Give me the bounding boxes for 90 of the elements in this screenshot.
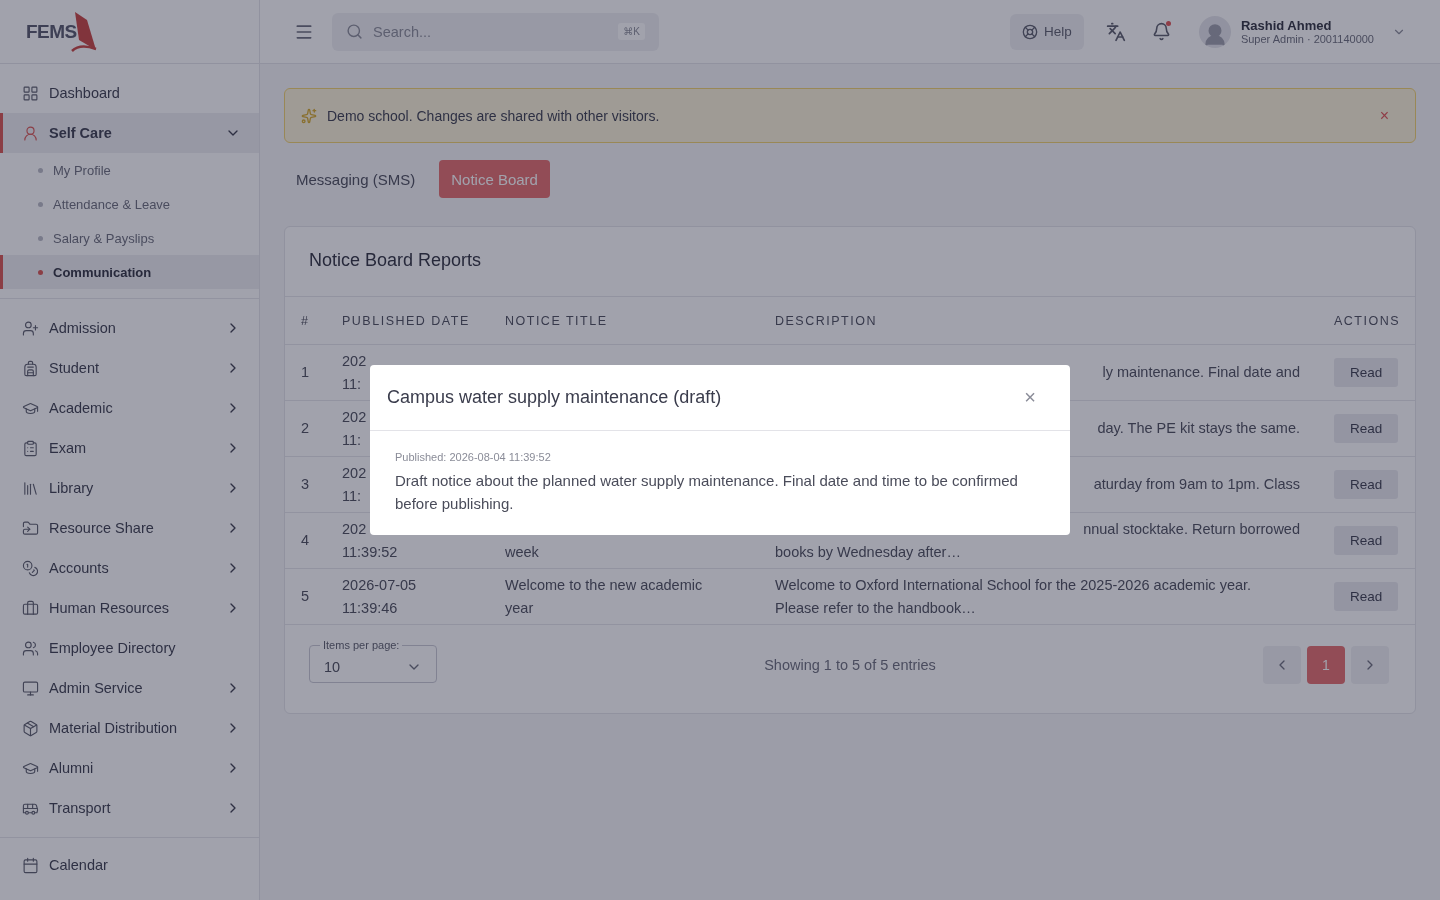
books-icon bbox=[22, 479, 39, 497]
date-text: 11: bbox=[342, 430, 362, 450]
date-text: 202 bbox=[342, 519, 367, 539]
sidebar-item[interactable]: Student bbox=[0, 348, 259, 388]
sidebar-item[interactable]: Self Care bbox=[0, 113, 259, 153]
card-title: Notice Board Reports bbox=[285, 227, 1415, 297]
sidebar-item[interactable]: Accounts bbox=[0, 548, 259, 588]
date-text: 202 bbox=[342, 407, 367, 427]
calendar-icon bbox=[22, 856, 39, 874]
sidebar-item[interactable]: Dashboard bbox=[0, 73, 259, 113]
sidebar-item[interactable]: Admin Service bbox=[0, 668, 259, 708]
sidebar-item[interactable]: Human Resources bbox=[0, 588, 259, 628]
briefcase-icon bbox=[22, 599, 39, 617]
sidebar-item[interactable]: Exam bbox=[0, 428, 259, 468]
user-name: Rashid Ahmed bbox=[1240, 18, 1333, 33]
table-cell: 1 bbox=[285, 344, 326, 401]
read-button[interactable]: Read bbox=[1334, 414, 1399, 443]
help-button[interactable]: Help bbox=[1010, 13, 1084, 50]
description-text: books by Wednesday after… bbox=[775, 542, 961, 562]
date-text: 11:39:46 bbox=[342, 598, 398, 618]
box-icon bbox=[22, 719, 39, 737]
notice-body: Draft notice about the planned water supply maintenance. Final date and time to be confirmed before publishing. bbox=[395, 471, 1019, 514]
submenu-item[interactable]: My Profile bbox=[0, 153, 259, 187]
backpack-icon bbox=[22, 359, 39, 377]
date-text: 11: bbox=[342, 486, 362, 506]
page-button[interactable]: 1 bbox=[1307, 646, 1345, 684]
dialog-title: Campus water supply maintenance (draft) bbox=[387, 387, 722, 408]
user-plus-icon bbox=[22, 319, 39, 337]
close-button[interactable]: × bbox=[1024, 386, 1036, 409]
column-header: NOTICE TITLE bbox=[489, 297, 759, 345]
items-per-page-select[interactable]: Items per page: 10 bbox=[309, 639, 437, 683]
sidebar-item[interactable]: Material Distribution bbox=[0, 708, 259, 748]
table-cell: 4 bbox=[285, 512, 326, 569]
description-text: ly maintenance. Final date and bbox=[1102, 363, 1300, 382]
monitor-icon bbox=[22, 679, 39, 697]
sidebar-item[interactable]: Admission bbox=[0, 308, 259, 348]
user-icon bbox=[22, 124, 39, 142]
date-text: 202 bbox=[342, 351, 367, 371]
tab[interactable]: Notice Board bbox=[439, 160, 550, 198]
date-text: 11: bbox=[342, 374, 362, 394]
entries-summary: Showing 1 to 5 of 5 entries bbox=[763, 657, 937, 673]
users-icon bbox=[22, 639, 39, 657]
table-cell: 3 bbox=[285, 456, 326, 513]
sidebar-item[interactable]: Academic bbox=[0, 388, 259, 428]
date-text: 202 bbox=[342, 463, 367, 483]
column-header: PUBLISHED DATE bbox=[326, 297, 489, 345]
close-button[interactable]: × bbox=[1373, 105, 1395, 126]
title-text: Welcome to the new academic bbox=[505, 575, 703, 595]
sidebar-item[interactable]: Alumni bbox=[0, 748, 259, 788]
avatar[interactable] bbox=[1198, 15, 1231, 48]
description-text: Welcome to Oxford International School for the 2025-2026 academic year. bbox=[775, 575, 1252, 595]
column-header: ACTIONS bbox=[1318, 297, 1415, 345]
table-cell: 2 bbox=[285, 400, 326, 457]
banner-text: Demo school. Changes are shared with other visitors. bbox=[327, 107, 661, 124]
lifebuoy-icon bbox=[1022, 23, 1039, 40]
sidebar-item[interactable]: Resource Share bbox=[0, 508, 259, 548]
sidebar-item[interactable]: Library bbox=[0, 468, 259, 508]
submenu-item[interactable]: Salary & Payslips bbox=[0, 221, 259, 255]
sidebar-item[interactable]: Calendar bbox=[0, 845, 259, 885]
sidebar-item[interactable]: Employee Directory bbox=[0, 628, 259, 668]
sparkle-icon bbox=[301, 107, 317, 124]
submenu-item[interactable]: Communication bbox=[0, 255, 259, 289]
folder-icon bbox=[22, 519, 39, 537]
user-role: Super Admin · 2001140000 bbox=[1240, 33, 1374, 45]
read-button[interactable]: Read bbox=[1334, 582, 1399, 611]
column-header: # bbox=[285, 297, 326, 345]
search-field[interactable]: Search... ⌘K bbox=[332, 12, 659, 51]
date-text: 11:39:52 bbox=[342, 542, 398, 562]
column-header: DESCRIPTION bbox=[759, 297, 1318, 345]
shortcut-key: ⌘K bbox=[618, 23, 645, 40]
description-text: day. The PE kit stays the same. bbox=[1097, 419, 1300, 438]
read-button[interactable]: Read bbox=[1334, 470, 1399, 499]
search-icon bbox=[346, 23, 363, 40]
brand-name: FEMS bbox=[26, 20, 77, 43]
tab[interactable]: Messaging (SMS) bbox=[284, 160, 428, 198]
table-cell: 5 bbox=[285, 568, 326, 625]
description-text: nnual stocktake. Return borrowed bbox=[1083, 519, 1300, 539]
clipboard-icon bbox=[22, 439, 39, 457]
date-text: 2026-07-05 bbox=[342, 575, 417, 595]
sidebar-item[interactable]: Transport bbox=[0, 788, 259, 828]
read-button[interactable]: Read bbox=[1334, 358, 1399, 387]
title-text: week bbox=[505, 542, 539, 562]
coins-icon bbox=[22, 559, 39, 577]
submenu-item[interactable]: Attendance & Leave bbox=[0, 187, 259, 221]
grid-icon bbox=[22, 84, 39, 102]
description-text: aturday from 9am to 1pm. Class bbox=[1093, 475, 1300, 494]
read-button[interactable]: Read bbox=[1334, 526, 1399, 555]
published-date: Published: 2026-08-04 11:39:52 bbox=[395, 451, 552, 463]
title-text: year bbox=[505, 598, 534, 618]
description-text: Please refer to the handbook… bbox=[775, 598, 976, 618]
